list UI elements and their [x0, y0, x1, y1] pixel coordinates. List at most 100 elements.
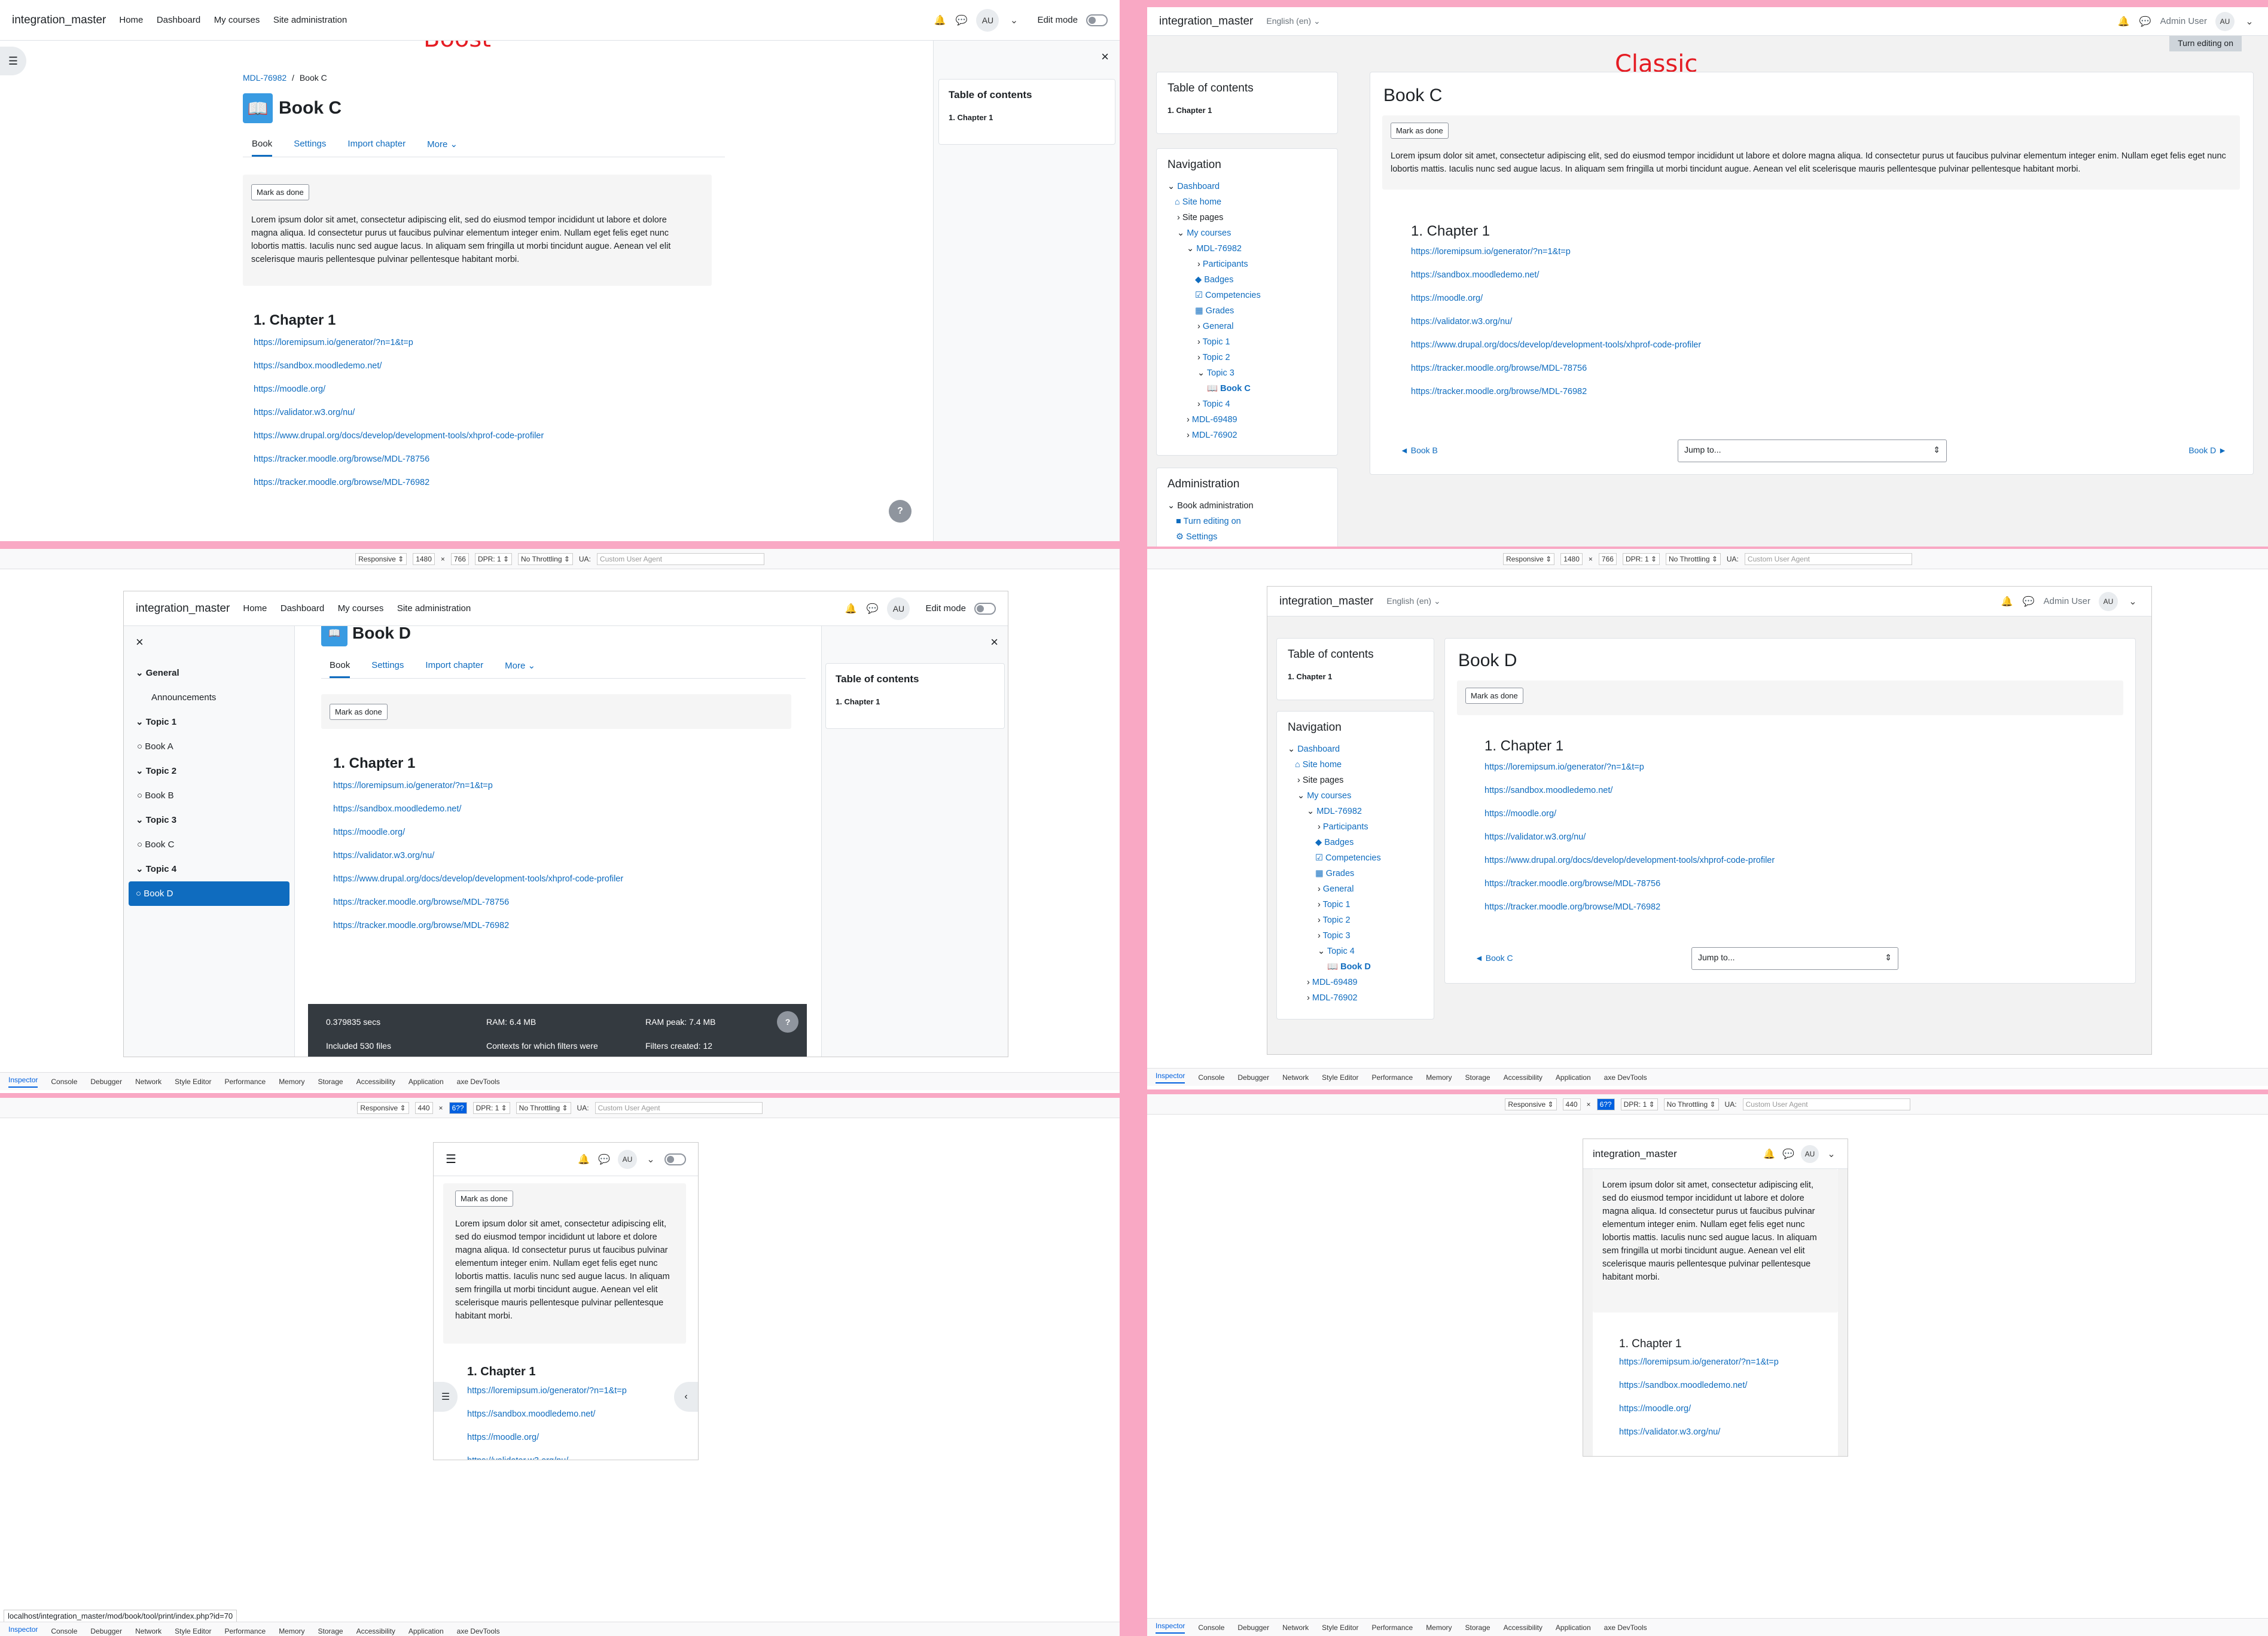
devtools-tab[interactable]: Storage: [1465, 1073, 1490, 1082]
index-activity-book-d[interactable]: ○ Book D: [129, 881, 289, 906]
index-section-topic4[interactable]: ⌄ Topic 4: [124, 857, 294, 881]
devtools-tab[interactable]: Inspector: [8, 1076, 38, 1088]
index-activity-announcements[interactable]: Announcements: [124, 685, 294, 710]
device-select[interactable]: Responsive ⇕: [1505, 1098, 1557, 1110]
chapter-link[interactable]: https://loremipsum.io/generator/?n=1&t=p: [254, 331, 544, 355]
throttle-select[interactable]: No Throttling ⇕: [1663, 1098, 1719, 1110]
tree-book-d[interactable]: 📖 Book D: [1288, 959, 1423, 975]
avatar[interactable]: AU: [2099, 591, 2118, 611]
mark-as-done-button[interactable]: Mark as done: [1465, 688, 1523, 704]
close-drawer-icon[interactable]: ×: [990, 634, 998, 650]
language-menu[interactable]: English (en) ⌄: [1386, 596, 1440, 606]
tree-course3[interactable]: › MDL-76902: [1288, 990, 1423, 1006]
tree-general[interactable]: › General: [1288, 881, 1423, 897]
devtools-tab[interactable]: Accessibility: [356, 1627, 395, 1635]
tree-my-courses[interactable]: ⌄ My courses: [1288, 788, 1423, 804]
chapter-link[interactable]: https://validator.w3.org/nu/: [254, 401, 544, 425]
devtools-tab[interactable]: Network: [135, 1078, 161, 1086]
devtools-tab[interactable]: Network: [1282, 1623, 1309, 1632]
tree-topic4[interactable]: ⌄ Topic 4: [1288, 944, 1423, 959]
tree-grades[interactable]: ▦ Grades: [1288, 866, 1423, 881]
devtools-tab[interactable]: Debugger: [90, 1078, 122, 1086]
chevron-down-icon[interactable]: ⌄: [1825, 1147, 1838, 1161]
devtools-tab[interactable]: Storage: [1465, 1623, 1490, 1632]
tree-grades[interactable]: ▦ Grades: [1167, 303, 1327, 319]
avatar[interactable]: AU: [1801, 1144, 1819, 1163]
devtools-tab[interactable]: Network: [135, 1627, 161, 1635]
throttle-select[interactable]: No Throttling ⇕: [516, 1101, 571, 1114]
width-input[interactable]: 440: [1562, 1098, 1581, 1110]
course-index-toggle[interactable]: ☰: [434, 1382, 458, 1412]
devtools-tab[interactable]: Inspector: [1156, 1622, 1185, 1634]
toc-item[interactable]: 1. Chapter 1: [1167, 106, 1327, 115]
avatar[interactable]: AU: [2215, 11, 2235, 31]
nav-dashboard[interactable]: Dashboard: [281, 603, 324, 614]
tree-site-pages[interactable]: › Site pages: [1288, 773, 1423, 788]
next-book-link[interactable]: Book D ►: [2188, 445, 2227, 455]
devtools-tab[interactable]: Debugger: [1237, 1623, 1269, 1632]
ua-input[interactable]: Custom User Agent: [595, 1101, 763, 1114]
chapter-link[interactable]: https://tracker.moodle.org/browse/MDL-78…: [1484, 872, 1775, 896]
devtools-tab[interactable]: Storage: [318, 1627, 343, 1635]
prev-book-link[interactable]: ◄ Book B: [1400, 445, 1438, 455]
tab-settings[interactable]: Settings: [371, 654, 404, 678]
chevron-down-icon[interactable]: ⌄: [2243, 15, 2256, 28]
devtools-tab[interactable]: Application: [1556, 1623, 1591, 1632]
tab-book[interactable]: Book: [252, 133, 273, 157]
chapter-link[interactable]: https://sandbox.moodledemo.net/: [1411, 264, 1701, 287]
chevron-down-icon[interactable]: ⌄: [2126, 595, 2139, 608]
chapter-link[interactable]: https://www.drupal.org/docs/develop/deve…: [333, 868, 623, 891]
mark-as-done-button[interactable]: Mark as done: [330, 704, 388, 720]
nav-my-courses[interactable]: My courses: [338, 603, 384, 614]
edit-mode-toggle[interactable]: [1086, 14, 1108, 26]
mark-as-done-button[interactable]: Mark as done: [455, 1191, 513, 1207]
chapter-link[interactable]: https://validator.w3.org/nu/: [1411, 310, 1701, 334]
site-name[interactable]: integration_master: [1159, 15, 1253, 28]
nav-site-admin[interactable]: Site administration: [273, 15, 347, 25]
index-section-topic3[interactable]: ⌄ Topic 3: [124, 808, 294, 832]
tab-import[interactable]: Import chapter: [425, 654, 483, 678]
jump-to-select[interactable]: Jump to... ⇕: [1678, 439, 1947, 462]
tree-dashboard[interactable]: ⌄ Dashboard: [1167, 179, 1327, 194]
chapter-link[interactable]: https://loremipsum.io/generator/?n=1&t=p: [333, 774, 623, 798]
mark-as-done-button[interactable]: Mark as done: [251, 184, 309, 200]
chapter-link[interactable]: https://sandbox.moodledemo.net/: [1619, 1374, 1779, 1397]
chapter-link[interactable]: https://tracker.moodle.org/browse/MDL-78…: [1411, 357, 1701, 380]
height-input[interactable]: 6??: [449, 1101, 467, 1114]
chapter-link[interactable]: https://sandbox.moodledemo.net/: [1484, 779, 1775, 802]
user-name[interactable]: Admin User: [2160, 16, 2207, 26]
devtools-tab[interactable]: Performance: [1371, 1623, 1413, 1632]
devtools-tab[interactable]: Style Editor: [1322, 1073, 1358, 1082]
devtools-tab[interactable]: Performance: [1371, 1073, 1413, 1082]
chevron-down-icon[interactable]: ⌄: [1007, 14, 1020, 27]
site-name[interactable]: integration_master: [1279, 595, 1373, 608]
ua-input[interactable]: Custom User Agent: [1742, 1098, 1910, 1110]
tree-dashboard[interactable]: ⌄ Dashboard: [1288, 741, 1423, 757]
chapter-link[interactable]: https://moodle.org/: [467, 1426, 627, 1449]
devtools-tab[interactable]: Style Editor: [175, 1627, 211, 1635]
site-name[interactable]: integration_master: [136, 602, 230, 615]
chapter-link[interactable]: https://sandbox.moodledemo.net/: [467, 1403, 627, 1426]
devtools-tab[interactable]: Application: [409, 1078, 444, 1086]
ua-input[interactable]: Custom User Agent: [596, 553, 764, 565]
devtools-tab[interactable]: Console: [51, 1627, 77, 1635]
chapter-link[interactable]: https://moodle.org/: [333, 821, 623, 844]
chapter-link[interactable]: https://loremipsum.io/generator/?n=1&t=p: [1484, 756, 1775, 779]
chapter-link[interactable]: https://validator.w3.org/nu/: [333, 844, 623, 868]
chapter-link[interactable]: https://tracker.moodle.org/browse/MDL-78…: [333, 891, 623, 914]
devtools-tab[interactable]: axe DevTools: [457, 1627, 500, 1635]
prev-book-link[interactable]: ◄ Book C: [1475, 953, 1513, 963]
chapter-link[interactable]: https://sandbox.moodledemo.net/: [333, 798, 623, 821]
message-icon[interactable]: 💬: [598, 1153, 611, 1166]
bell-icon[interactable]: 🔔: [933, 14, 946, 27]
block-drawer-toggle[interactable]: ‹: [674, 1382, 698, 1412]
mark-as-done-button[interactable]: Mark as done: [1391, 123, 1449, 139]
devtools-tab[interactable]: Memory: [1426, 1623, 1452, 1632]
tree-topic1[interactable]: › Topic 1: [1167, 334, 1327, 350]
message-icon[interactable]: 💬: [2022, 595, 2035, 608]
bell-icon[interactable]: 🔔: [1763, 1147, 1776, 1161]
devtools-tab[interactable]: Style Editor: [175, 1078, 211, 1086]
devtools-tab[interactable]: Accessibility: [356, 1078, 395, 1086]
site-name[interactable]: integration_master: [1593, 1148, 1677, 1160]
toc-item[interactable]: 1. Chapter 1: [949, 113, 1105, 122]
